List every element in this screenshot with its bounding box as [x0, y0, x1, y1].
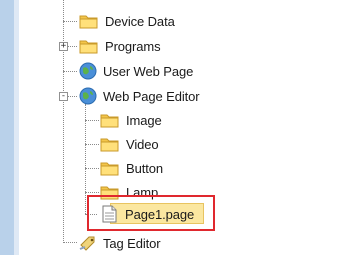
tree-guide-h — [85, 144, 99, 145]
tree-item-label: Button — [126, 160, 163, 176]
folder-icon — [100, 112, 120, 128]
folder-icon — [79, 13, 99, 29]
tree-item-label: Device Data — [105, 13, 175, 29]
tree-item-label: Video — [126, 136, 159, 152]
tree-item-label: Image — [126, 112, 162, 128]
left-panel-strip — [14, 0, 19, 255]
tag-icon — [79, 235, 97, 251]
tree-item-label: Tag Editor — [103, 235, 161, 251]
tree-guide-root — [63, 0, 64, 243]
tree-guide-h — [63, 21, 77, 22]
tree-item-image[interactable]: Image — [100, 109, 162, 131]
collapse-web-page-editor-toggle[interactable]: - — [59, 92, 68, 101]
tree-guide-h — [68, 46, 77, 47]
left-panel-edge — [0, 0, 15, 255]
tree-guide-h — [63, 71, 77, 72]
tree-guide-h — [85, 192, 99, 193]
tree-item-video[interactable]: Video — [100, 133, 159, 155]
tree-guide-h — [85, 120, 99, 121]
folder-icon — [100, 160, 120, 176]
expand-programs-toggle[interactable]: + — [59, 42, 68, 51]
folder-icon — [79, 38, 99, 54]
tree-guide-h — [63, 242, 77, 243]
tree-item-programs[interactable]: Programs — [79, 35, 161, 57]
tree-item-web-page-editor[interactable]: Web Page Editor — [79, 85, 200, 107]
tree-item-label: Web Page Editor — [103, 88, 200, 104]
tree-item-label: User Web Page — [103, 63, 194, 79]
tree-item-button[interactable]: Button — [100, 157, 163, 179]
globe-icon — [79, 87, 97, 105]
tree-item-device-data[interactable]: Device Data — [79, 10, 175, 32]
callout-highlight-box — [87, 195, 215, 231]
tree-item-tag-editor[interactable]: Tag Editor — [79, 232, 161, 254]
tree-guide-h — [85, 168, 99, 169]
tree-item-label: Programs — [105, 38, 161, 54]
folder-icon — [100, 136, 120, 152]
tree-guide-h — [68, 96, 77, 97]
tree-item-user-web-page[interactable]: User Web Page — [79, 60, 193, 82]
globe-icon — [79, 62, 97, 80]
